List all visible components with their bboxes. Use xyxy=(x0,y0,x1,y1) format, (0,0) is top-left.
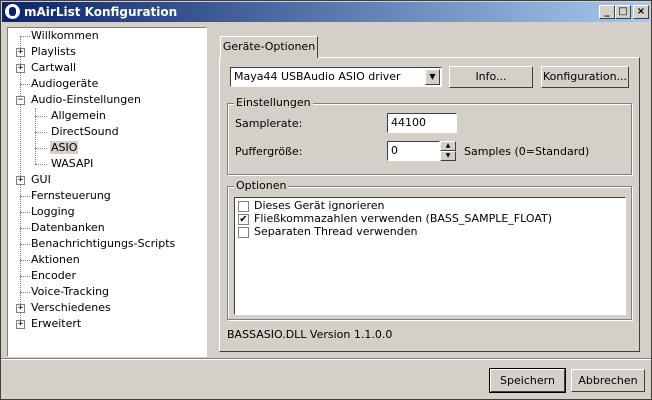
collapse-audio-settings-icon[interactable]: − xyxy=(16,96,25,105)
settings-group: Einstellungen Samplerate: 44100 Puffergr… xyxy=(227,96,632,175)
mairlist-app-icon xyxy=(5,4,20,19)
maximize-button[interactable]: □ xyxy=(615,5,631,19)
expand-erweitert-icon[interactable]: + xyxy=(16,320,25,329)
configuration-button[interactable]: Konfiguration... xyxy=(541,66,629,88)
tree-item-encoder[interactable]: Encoder xyxy=(30,268,77,284)
buffer-size-label: Puffergröße: xyxy=(235,145,303,158)
samplerate-input[interactable]: 44100 xyxy=(387,113,457,133)
tree-item-wasapi[interactable]: WASAPI xyxy=(50,156,94,172)
config-window: mAirList Konfiguration _ □ × Willkommen … xyxy=(0,0,652,400)
tree-item-allgemein[interactable]: Allgemein xyxy=(50,108,107,124)
separate-thread-label[interactable]: Separaten Thread verwenden xyxy=(254,225,418,238)
separate-thread-checkbox[interactable] xyxy=(238,227,249,238)
footer-divider xyxy=(1,358,651,360)
settings-group-title: Einstellungen xyxy=(234,96,313,109)
tree-item-asio[interactable]: ASIO xyxy=(50,140,79,156)
tree-item-fernsteuerung[interactable]: Fernsteuerung xyxy=(30,188,112,204)
window-title: mAirList Konfiguration xyxy=(24,5,178,19)
save-button[interactable]: Speichern xyxy=(489,368,566,393)
buffer-size-hint: Samples (0=Standard) xyxy=(464,145,590,158)
options-checklist[interactable]: Dieses Gerät ignorieren ✔ Fließkommazahl… xyxy=(234,197,626,315)
ignore-device-label[interactable]: Dieses Gerät ignorieren xyxy=(254,199,385,212)
tree-item-willkommen[interactable]: Willkommen xyxy=(30,28,100,44)
driver-version-text: BASSASIO.DLL Version 1.1.0.0 xyxy=(227,328,393,341)
dropdown-arrow-icon[interactable]: ▼ xyxy=(425,69,440,85)
driver-select-value: Maya44 USBAudio ASIO driver xyxy=(234,70,401,83)
options-group: Optionen Dieses Gerät ignorieren ✔ Fließ… xyxy=(227,179,632,320)
samplerate-label: Samplerate: xyxy=(235,117,303,130)
tree-item-logging[interactable]: Logging xyxy=(30,204,76,220)
tree-item-audiogeraete[interactable]: Audiogeräte xyxy=(30,76,99,92)
float-samples-checkbox[interactable]: ✔ xyxy=(238,214,249,225)
title-bar[interactable]: mAirList Konfiguration _ □ × xyxy=(2,2,650,22)
tree-item-gui[interactable]: GUI xyxy=(30,172,52,188)
tab-geraete-optionen[interactable]: Geräte-Optionen xyxy=(220,36,318,58)
options-group-title: Optionen xyxy=(234,179,289,192)
cancel-button[interactable]: Abbrechen xyxy=(571,369,645,392)
tree-item-verschiedenes[interactable]: Verschiedenes xyxy=(30,300,112,316)
expand-verschiedenes-icon[interactable]: + xyxy=(16,304,25,313)
tree-item-benachrichtigungs-scripts[interactable]: Benachrichtigungs-Scripts xyxy=(30,236,176,252)
tree-item-cartwall[interactable]: Cartwall xyxy=(30,60,77,76)
spin-down-icon[interactable]: ▼ xyxy=(440,151,456,161)
driver-select[interactable]: Maya44 USBAudio ASIO driver ▼ xyxy=(230,67,442,87)
spin-up-icon[interactable]: ▲ xyxy=(440,141,456,151)
tree-item-directsound[interactable]: DirectSound xyxy=(50,124,120,140)
buffer-size-input[interactable]: 0 xyxy=(387,141,440,161)
expand-gui-icon[interactable]: + xyxy=(16,176,25,185)
expand-playlists-icon[interactable]: + xyxy=(16,48,25,57)
tree-item-aktionen[interactable]: Aktionen xyxy=(30,252,81,268)
settings-tree[interactable]: Willkommen + Playlists + Cartwall Audiog… xyxy=(7,27,207,357)
tree-item-audio-einstellungen[interactable]: Audio-Einstellungen xyxy=(30,92,142,108)
tree-item-erweitert[interactable]: Erweitert xyxy=(30,316,82,332)
ignore-device-checkbox[interactable] xyxy=(238,201,249,212)
close-button[interactable]: × xyxy=(633,5,649,19)
float-samples-label[interactable]: Fließkommazahlen verwenden (BASS_SAMPLE_… xyxy=(254,212,552,225)
tree-item-datenbanken[interactable]: Datenbanken xyxy=(30,220,106,236)
tree-item-voice-tracking[interactable]: Voice-Tracking xyxy=(30,284,110,300)
tab-panel: Maya44 USBAudio ASIO driver ▼ Info... Ko… xyxy=(219,57,640,352)
info-button[interactable]: Info... xyxy=(449,66,533,88)
minimize-button[interactable]: _ xyxy=(599,5,615,19)
tree-item-playlists[interactable]: Playlists xyxy=(30,44,77,60)
expand-cartwall-icon[interactable]: + xyxy=(16,64,25,73)
